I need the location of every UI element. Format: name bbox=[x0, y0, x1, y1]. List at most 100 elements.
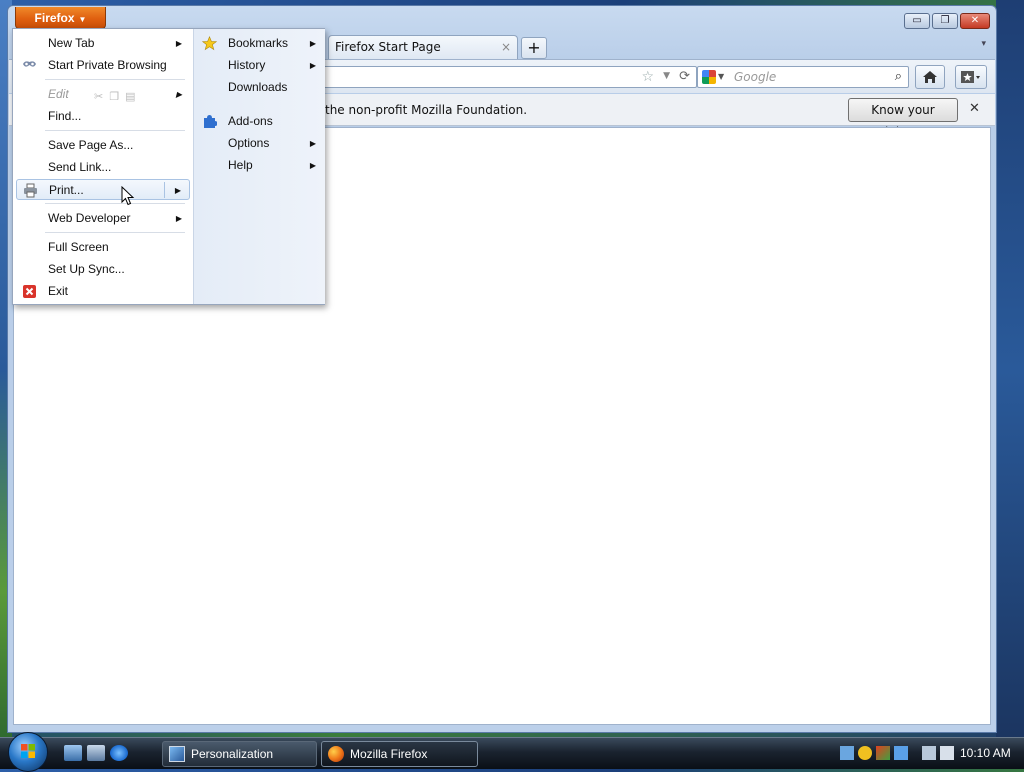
firefox-menu-label: Firefox bbox=[34, 11, 75, 25]
menu-item-web-developer[interactable]: Web Developer ▶ bbox=[16, 208, 190, 229]
menu-item-label: History bbox=[228, 58, 266, 72]
menu-split-divider bbox=[164, 182, 165, 198]
url-bar[interactable]: ☆ ▼ ⟳ bbox=[309, 66, 697, 88]
menu-item-add-ons[interactable]: Add-ons bbox=[197, 111, 322, 132]
list-all-tabs-button[interactable]: ▾ bbox=[981, 39, 986, 49]
exit-icon bbox=[23, 285, 36, 298]
menu-item-help[interactable]: Help ▶ bbox=[197, 155, 322, 176]
menu-item-start-private-browsing[interactable]: Start Private Browsing bbox=[16, 55, 190, 76]
menu-item-find[interactable]: Find... bbox=[16, 106, 190, 127]
bookmark-star-icon[interactable]: ☆ bbox=[641, 69, 654, 85]
tab-title: Firefox Start Page bbox=[335, 40, 441, 54]
close-notification-icon[interactable]: ✕ bbox=[969, 101, 980, 116]
menu-item-label: Send Link... bbox=[48, 160, 112, 174]
menu-item-options[interactable]: Options ▶ bbox=[197, 133, 322, 154]
menu-item-downloads[interactable]: Downloads bbox=[197, 77, 322, 98]
submenu-arrow-icon: ▶ bbox=[309, 39, 316, 48]
menu-item-label: Bookmarks bbox=[228, 36, 289, 50]
search-bar[interactable]: ▼ Google ⌕ bbox=[697, 66, 909, 88]
app-menu-left-column: New Tab ▶ Start Private Browsing Edit ✂❐▤ ▶… bbox=[13, 29, 193, 304]
menu-item-label: Help bbox=[228, 158, 253, 172]
menu-item-set-up-sync[interactable]: Set Up Sync... bbox=[16, 259, 190, 280]
security-alert-icon[interactable] bbox=[858, 746, 872, 760]
submenu-arrow-icon: ▶ bbox=[309, 161, 316, 170]
home-button[interactable] bbox=[915, 65, 945, 89]
private-browsing-icon bbox=[23, 61, 36, 67]
menu-item-label: Edit bbox=[48, 87, 69, 101]
firefox-menu-button[interactable]: Firefox ▼ bbox=[15, 7, 106, 29]
menu-item-new-tab[interactable]: New Tab ▶ bbox=[16, 33, 190, 54]
submenu-arrow-icon: ▶ bbox=[175, 90, 182, 99]
close-window-button[interactable]: ✕ bbox=[960, 13, 990, 29]
menu-item-label: New Tab bbox=[48, 36, 95, 50]
menu-item-edit[interactable]: Edit ✂❐▤ ▶ bbox=[16, 84, 190, 105]
menu-item-label: Start Private Browsing bbox=[48, 58, 167, 72]
submenu-arrow-icon: ▶ bbox=[309, 61, 316, 70]
bookmarks-menu-icon bbox=[961, 71, 980, 83]
reload-icon[interactable]: ⟳ bbox=[679, 69, 690, 84]
network-icon[interactable] bbox=[922, 746, 936, 760]
volume-muted-icon[interactable] bbox=[940, 746, 954, 760]
menu-item-label: Find... bbox=[48, 109, 82, 123]
start-button[interactable] bbox=[8, 732, 48, 772]
url-history-dropdown-icon[interactable]: ▼ bbox=[663, 71, 670, 81]
tab-firefox-start-page[interactable]: Firefox Start Page × bbox=[328, 35, 518, 59]
puzzle-icon bbox=[204, 115, 217, 128]
internet-explorer-icon[interactable] bbox=[110, 745, 128, 761]
menu-item-label: Save Page As... bbox=[48, 138, 134, 152]
menu-item-label: Exit bbox=[48, 284, 69, 298]
taskbar: Personalization Mozilla Firefox 10:10 AM bbox=[0, 732, 1024, 772]
menu-item-label: Downloads bbox=[228, 80, 288, 94]
search-engine-dropdown-icon[interactable]: ▼ bbox=[718, 72, 724, 81]
task-mozilla-firefox[interactable]: Mozilla Firefox bbox=[321, 741, 478, 767]
windows-logo-icon bbox=[21, 744, 35, 758]
menu-item-bookmarks[interactable]: Bookmarks ▶ bbox=[197, 33, 322, 54]
restore-button[interactable]: ❐ bbox=[932, 13, 958, 29]
submenu-arrow-icon: ▶ bbox=[175, 39, 182, 48]
menu-item-history[interactable]: History ▶ bbox=[197, 55, 322, 76]
new-tab-button[interactable]: + bbox=[521, 37, 547, 59]
submenu-arrow-icon: ▶ bbox=[309, 139, 316, 148]
show-desktop-icon[interactable] bbox=[64, 745, 82, 761]
desktop-background-right bbox=[996, 0, 1024, 740]
star-icon bbox=[202, 36, 217, 51]
menu-separator bbox=[45, 130, 185, 131]
menu-item-label: Add-ons bbox=[228, 114, 273, 128]
menu-item-send-link[interactable]: Send Link... bbox=[16, 157, 190, 178]
app-menu-right-column: Bookmarks ▶ History ▶ Downloads Add-ons Op… bbox=[193, 29, 325, 304]
network-share-icon[interactable] bbox=[840, 746, 854, 760]
display-settings-icon[interactable] bbox=[894, 746, 908, 760]
clock[interactable]: 10:10 AM bbox=[960, 746, 1011, 760]
menu-item-save-page-as[interactable]: Save Page As... bbox=[16, 135, 190, 156]
google-icon[interactable] bbox=[702, 70, 716, 84]
menu-item-full-screen[interactable]: Full Screen bbox=[16, 237, 190, 258]
edit-cut-copy-paste-icons: ✂❐▤ bbox=[94, 91, 142, 103]
search-placeholder: Google bbox=[734, 70, 777, 84]
minimize-button[interactable]: ▭ bbox=[904, 13, 930, 29]
search-icon[interactable]: ⌕ bbox=[895, 69, 902, 84]
firefox-icon bbox=[328, 746, 344, 762]
menu-item-print[interactable]: Print... ▶ bbox=[16, 179, 190, 200]
menu-item-label: Set Up Sync... bbox=[48, 262, 125, 276]
menu-separator bbox=[45, 203, 185, 204]
bookmarks-button[interactable] bbox=[955, 65, 987, 89]
task-label: Personalization bbox=[191, 747, 274, 761]
task-personalization[interactable]: Personalization bbox=[162, 741, 317, 767]
menu-separator bbox=[45, 232, 185, 233]
menu-item-label: Full Screen bbox=[48, 240, 109, 254]
firefox-app-menu: New Tab ▶ Start Private Browsing Edit ✂❐▤ ▶… bbox=[12, 28, 325, 305]
submenu-arrow-icon: ▶ bbox=[175, 214, 182, 223]
switch-windows-icon[interactable] bbox=[87, 745, 105, 761]
menu-item-label: Web Developer bbox=[48, 211, 131, 225]
personalization-icon bbox=[169, 746, 185, 762]
menu-item-label: Options bbox=[228, 136, 270, 150]
submenu-arrow-icon[interactable]: ▶ bbox=[175, 180, 181, 201]
know-your-rights-button[interactable]: Know your rights... bbox=[848, 98, 958, 139]
menu-separator bbox=[45, 79, 185, 80]
close-tab-icon[interactable]: × bbox=[501, 36, 511, 58]
notification-text: the non-profit Mozilla Foundation. bbox=[325, 103, 528, 117]
printer-icon bbox=[24, 183, 37, 198]
windows-security-icon[interactable] bbox=[876, 746, 890, 760]
menu-item-exit[interactable]: Exit bbox=[16, 281, 190, 302]
menu-item-label: Print... bbox=[49, 183, 84, 197]
